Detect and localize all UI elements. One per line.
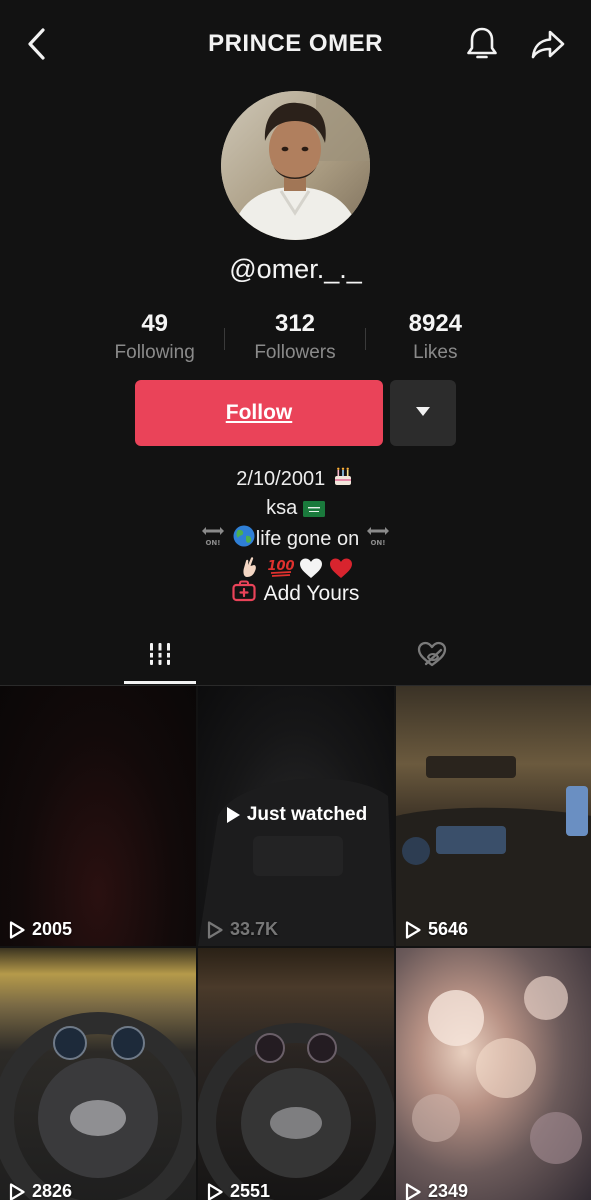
view-count-value: 2349 <box>428 1181 469 1200</box>
view-count-value: 5646 <box>428 919 469 939</box>
play-outline-icon <box>207 1182 223 1200</box>
bio-motto: life gone on <box>255 528 360 550</box>
tab-liked[interactable] <box>396 628 468 685</box>
video-tile[interactable]: 2005 <box>0 686 196 946</box>
profile-bio: 2/10/2001 ksa ON! life gone on ON! 100 <box>0 464 591 586</box>
thumbnail-image <box>396 756 591 946</box>
add-yours-icon <box>232 580 256 608</box>
video-tile[interactable]: 2551 <box>198 948 394 1200</box>
just-watched-label: Just watched <box>246 804 368 825</box>
video-tile[interactable]: 5646 <box>396 686 591 946</box>
profile-stats: 49 Following 312 Followers 8924 Likes <box>85 310 505 366</box>
view-count: 2551 <box>206 1181 270 1200</box>
view-count-value: 2005 <box>32 919 73 939</box>
profile-avatar[interactable] <box>221 91 370 240</box>
bio-line-1: 2/10/2001 <box>0 464 591 495</box>
thumbnail-image <box>412 976 582 1164</box>
view-count: 5646 <box>404 919 468 940</box>
play-outline-icon <box>405 920 421 939</box>
grid-bars-icon <box>147 641 173 672</box>
share-arrow-icon <box>530 28 566 65</box>
stat-following[interactable]: 49 Following <box>85 310 224 366</box>
view-count: 2349 <box>404 1181 468 1200</box>
suggested-accounts-button[interactable] <box>390 380 456 446</box>
just-watched-badge: Just watched <box>198 804 394 826</box>
bio-line-3: ON! life gone on ON! <box>0 524 591 555</box>
view-count-value: 2551 <box>230 1181 271 1200</box>
add-yours-link[interactable]: Add Yours <box>0 580 591 608</box>
on-arrow-icon: ON! <box>365 524 391 555</box>
profile-tabs <box>0 628 591 686</box>
bio-line-2: ksa <box>0 495 591 524</box>
stat-likes[interactable]: 8924 Likes <box>366 310 505 366</box>
birthday-cake-icon <box>331 464 355 495</box>
follow-button[interactable]: Follow <box>135 380 383 446</box>
thumbnail-image <box>0 1012 196 1200</box>
thumbnail-image <box>198 1023 394 1200</box>
active-tab-indicator <box>124 681 196 684</box>
video-grid: 2005 Just watched 33.7K 5646 2826 2551 2… <box>0 686 591 1200</box>
profile-handle: @omer._._ <box>229 254 362 284</box>
play-outline-icon <box>405 1182 421 1200</box>
stat-value: 49 <box>141 310 169 337</box>
play-outline-icon <box>207 920 223 939</box>
bio-date: 2/10/2001 <box>236 468 326 490</box>
profile-page: PRINCE OMER @omer._._ 49 Following 312 F… <box>0 0 591 1200</box>
stat-followers[interactable]: 312 Followers <box>225 310 364 366</box>
notification-bell-button[interactable] <box>462 25 502 67</box>
stat-label: Following <box>114 342 195 363</box>
tab-videos[interactable] <box>124 628 196 685</box>
play-outline-icon <box>9 920 25 939</box>
on-arrow-icon: ON! <box>200 524 226 555</box>
saudi-flag-icon <box>302 498 325 524</box>
caret-down-icon <box>415 404 431 422</box>
view-count-value: 2826 <box>32 1181 73 1200</box>
view-count: 2826 <box>8 1181 72 1200</box>
video-tile[interactable]: 2349 <box>396 948 591 1200</box>
globe-icon <box>232 524 256 555</box>
stat-label: Followers <box>254 342 336 363</box>
bio-country: ksa <box>266 497 298 519</box>
add-yours-label: Add Yours <box>263 582 360 605</box>
video-tile[interactable]: Just watched 33.7K <box>198 686 394 946</box>
svg-text:ON!: ON! <box>206 539 221 547</box>
view-count: 2005 <box>8 919 72 940</box>
svg-text:ON!: ON! <box>370 539 385 547</box>
stat-value: 8924 <box>408 310 463 337</box>
bell-icon <box>465 25 499 68</box>
top-bar: PRINCE OMER <box>0 0 591 90</box>
view-count-value: 33.7K <box>230 919 279 939</box>
play-outline-icon <box>9 1182 25 1200</box>
play-filled-icon <box>226 807 240 823</box>
share-button[interactable] <box>528 25 568 67</box>
page-title: PRINCE OMER <box>208 30 383 57</box>
stat-label: Likes <box>413 342 458 363</box>
hidden-heart-icon <box>416 640 448 673</box>
view-count: 33.7K <box>206 919 278 940</box>
video-tile[interactable]: 2826 <box>0 948 196 1200</box>
stat-value: 312 <box>274 310 316 337</box>
